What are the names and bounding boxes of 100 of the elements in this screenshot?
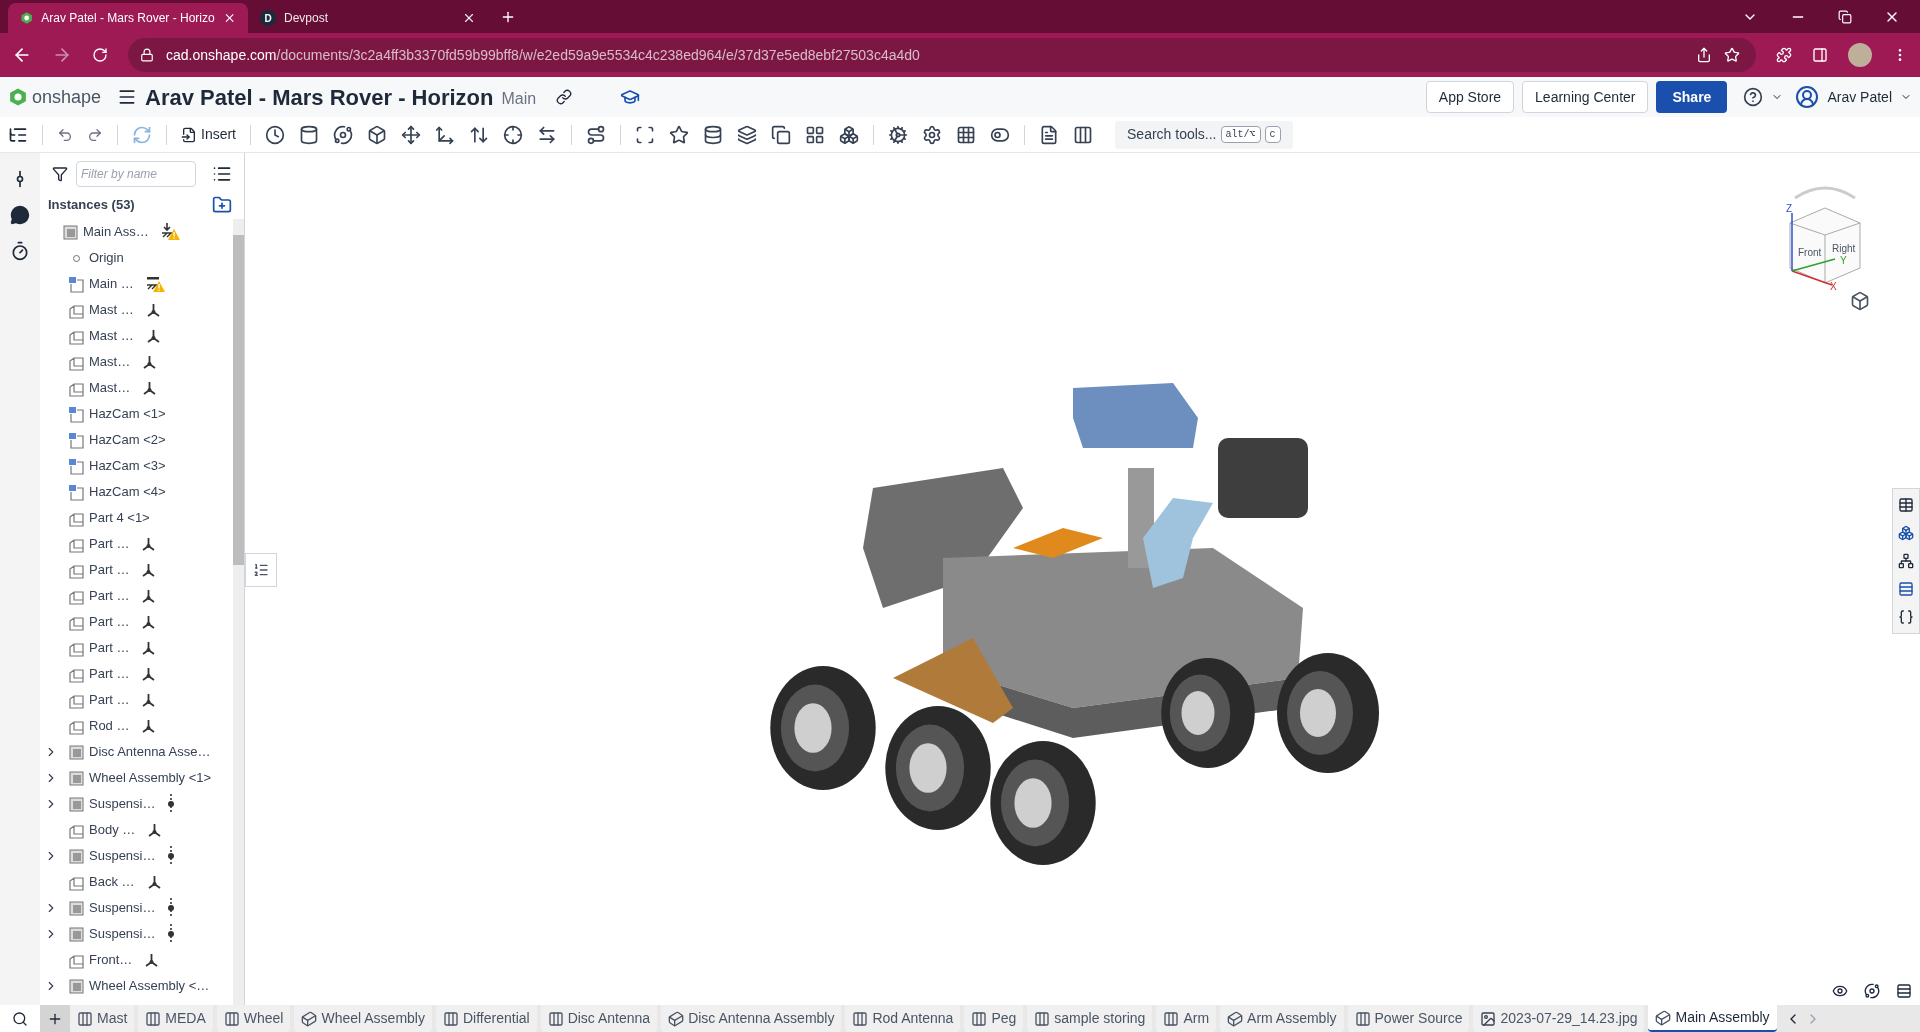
scrollbar[interactable] [233,219,244,1005]
document-tab[interactable]: Peg [964,1005,1024,1032]
document-tab[interactable]: Power Source [1347,1005,1470,1032]
tree-item[interactable]: Mast… [40,349,233,375]
boxes-icon[interactable] [839,124,859,145]
scan-icon[interactable] [635,124,655,145]
search-tools-field[interactable]: Search tools... alt/⌥ c [1115,120,1293,149]
columns-icon[interactable] [1073,124,1093,145]
new-tab-icon[interactable] [500,9,516,25]
extensions-icon[interactable] [1776,47,1792,63]
user-name[interactable]: Arav Patel [1827,86,1892,108]
document-tab[interactable]: Arm [1156,1005,1217,1032]
tree-item[interactable]: Suspensi… [40,921,233,947]
star-icon[interactable] [669,124,689,145]
orbit-icon[interactable] [333,124,353,145]
tree-item[interactable]: Origin [40,245,233,271]
filter-field[interactable]: Filter by name [76,161,196,187]
browser-tab[interactable]: Arav Patel - Mars Rover - Horizo [8,3,248,33]
left-right-arrow-icon[interactable] [537,124,557,145]
tree-item[interactable]: Part 4 <1> [40,505,233,531]
browser-tab[interactable]: D Devpost [248,3,488,33]
tree-item[interactable]: Body … [40,817,233,843]
document-tab[interactable]: Disc Antenna Assembly [661,1005,842,1032]
comment-icon[interactable] [10,205,30,225]
tree-item[interactable]: HazCam <4> [40,479,233,505]
document-tab[interactable]: Differential [435,1005,537,1032]
tree-item[interactable]: Part … [40,531,233,557]
network-icon[interactable] [1898,553,1914,569]
document-tab[interactable]: Arm Assembly [1220,1005,1344,1032]
grid-icon[interactable] [805,124,825,145]
orbit-icon[interactable] [1864,983,1880,999]
view-icon[interactable] [1832,983,1848,999]
tree-item[interactable]: Wheel Assembly <1> [40,765,233,791]
list-icon[interactable] [212,164,232,184]
move-icon[interactable] [401,124,421,145]
new-folder-icon[interactable] [212,195,232,215]
cylinder-icon[interactable] [299,124,319,145]
reload-icon[interactable] [92,47,108,63]
tree-item[interactable]: HazCam <1> [40,401,233,427]
tree-item[interactable]: HazCam <2> [40,427,233,453]
variables-icon[interactable] [1898,609,1914,625]
settings-icon[interactable] [922,124,942,145]
filter-icon[interactable] [52,166,68,182]
tree-item[interactable]: Mast … [40,323,233,349]
share-icon[interactable] [1696,47,1712,63]
grid-lines-icon[interactable] [956,124,976,145]
tree-item[interactable]: Mast … [40,297,233,323]
address-field[interactable]: cad.onshape.com/documents/3c2a4ff3b3370fd59b99bff8/w/e2ed59a9e5534c4c238ed964/e/37d37e5ed8ebf27503c4a4d0 [128,38,1756,72]
undo-icon[interactable] [57,126,73,143]
document-tab[interactable]: Rod Antenna [845,1005,961,1032]
header-button[interactable]: App Store [1425,81,1515,113]
document-tab[interactable]: Disc Antenna [540,1005,658,1032]
cube-icon[interactable] [1850,291,1870,311]
side-panel-icon[interactable] [1812,47,1828,63]
tree-item[interactable]: Part … [40,609,233,635]
insert-button[interactable]: Insert [181,124,236,145]
bookmark-star-icon[interactable] [1724,47,1740,63]
tree-item[interactable]: Main … [40,271,233,297]
crosshair-icon[interactable] [503,124,523,145]
layers-icon[interactable] [737,124,757,145]
tree-item[interactable]: Part … [40,635,233,661]
tree-item[interactable]: Part … [40,557,233,583]
database-icon[interactable] [703,124,723,145]
tree-item[interactable]: Wheel Assembly <… [40,973,233,999]
tree-item[interactable]: Suspensi… [40,895,233,921]
share-button[interactable]: Share [1656,81,1728,113]
document-tab[interactable]: Wheel Assembly [294,1005,432,1032]
tree-item[interactable]: Main Ass… [40,219,233,245]
boxes-icon[interactable] [1898,525,1914,541]
box-icon[interactable] [367,124,387,145]
graduation-cap-icon[interactable] [620,87,641,107]
link-icon[interactable] [556,89,573,105]
tree-item[interactable]: Disc Antenna Asse… [40,739,233,765]
document-tab[interactable]: 2023-07-29_14.23.jpg [1473,1005,1645,1032]
restore-icon[interactable] [1838,10,1852,24]
clock-icon[interactable] [265,124,285,145]
profile-avatar[interactable] [1848,43,1872,67]
help-icon[interactable] [1743,87,1764,107]
tree-item[interactable]: Rod … [40,713,233,739]
table-icon[interactable] [1898,497,1914,513]
section-icon[interactable] [1896,983,1912,999]
tree-item[interactable]: Mast… [40,375,233,401]
tree-item[interactable]: Suspensi… [40,843,233,869]
gear-icon[interactable] [888,124,908,145]
close-icon[interactable] [462,11,476,25]
rows-icon[interactable] [1898,581,1914,597]
copy-icon[interactable] [771,124,791,145]
tree-item[interactable]: Part … [40,583,233,609]
tree-item[interactable]: Part … [40,661,233,687]
search-icon[interactable] [12,1010,28,1027]
document-tab[interactable]: MEDA [138,1005,213,1032]
tree-item[interactable]: Part … [40,687,233,713]
document-tab[interactable]: Mast [70,1005,135,1032]
avatar-icon[interactable] [1795,85,1820,109]
tree-item[interactable]: HazCam <3> [40,453,233,479]
redo-icon[interactable] [87,126,103,143]
timer-icon[interactable] [10,241,30,261]
tree-item[interactable]: Back … [40,869,233,895]
axes-icon[interactable] [435,124,455,145]
route-icon[interactable] [586,124,606,145]
